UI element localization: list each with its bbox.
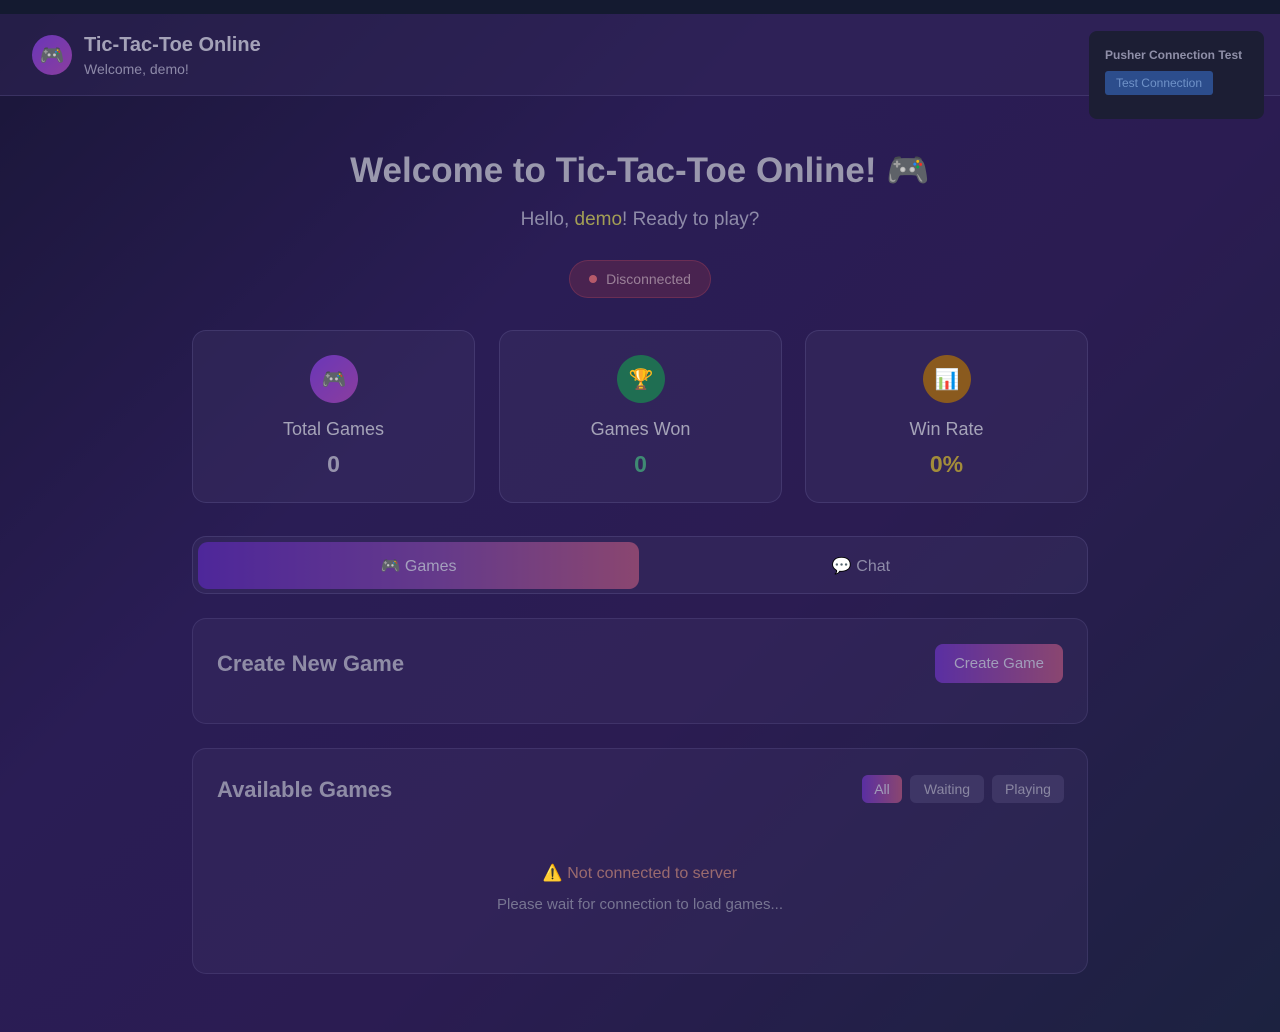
window-top-strip [0,0,1280,14]
connection-status-text: Disconnected [606,271,691,287]
create-game-title: Create New Game [217,651,405,676]
stat-label: Games Won [590,419,691,439]
available-games-panel: Available Games All Waiting Playing ⚠️ N… [192,748,1088,974]
create-game-button[interactable]: Create Game [935,644,1063,683]
empty-state-title: ⚠️ Not connected to server [193,863,1087,883]
filter-playing-button[interactable]: Playing [992,775,1064,803]
page-title: Welcome to Tic-Tac-Toe Online! 🎮 [350,151,930,190]
test-connection-button[interactable]: Test Connection [1105,71,1213,95]
filter-all-button[interactable]: All [862,775,902,803]
status-dot-icon [589,275,598,283]
connection-status-badge: Disconnected [569,260,711,298]
trophy-icon: 🏆 [617,355,665,403]
bar-chart-icon: 📊 [923,355,971,403]
pusher-panel-title: Pusher Connection Test [1105,48,1243,62]
tab-games[interactable]: 🎮 Games [198,542,639,589]
greeting-prefix: Hello, [520,209,575,230]
create-game-panel: Create New Game Create Game [192,618,1088,724]
app-title: Tic-Tac-Toe Online [84,34,261,56]
stat-card-games-won: 🏆 Games Won 0 [499,330,782,503]
username: demo [574,209,623,230]
stat-value: 0% [929,451,964,477]
stat-card-win-rate: 📊 Win Rate 0% [805,330,1088,503]
tab-bar: 🎮 Games 💬 Chat [192,536,1088,594]
greeting-text: Hello, demo! Ready to play? [0,209,1280,231]
stat-card-total-games: 🎮 Total Games 0 [192,330,475,503]
stat-value: 0 [634,451,647,477]
empty-state-text: Not connected to server [567,865,738,882]
pusher-test-panel: Pusher Connection Test Test Connection [1089,31,1264,119]
filter-waiting-button[interactable]: Waiting [910,775,984,803]
app-header: 🎮 Tic-Tac-Toe Online Welcome, demo! [0,14,1280,96]
stat-label: Win Rate [909,419,984,439]
stat-label: Total Games [282,419,385,439]
tab-chat[interactable]: 💬 Chat [639,542,1083,589]
gamepad-icon: 🎮 [310,355,358,403]
welcome-user-text: Welcome, demo! [84,61,189,77]
gamepad-icon: 🎮 [32,35,72,75]
empty-state-subtitle: Please wait for connection to load games… [497,896,783,913]
available-games-title: Available Games [217,777,393,802]
stat-value: 0 [327,451,340,477]
warning-icon: ⚠️ [542,865,563,882]
greeting-suffix: ! Ready to play? [622,209,760,230]
